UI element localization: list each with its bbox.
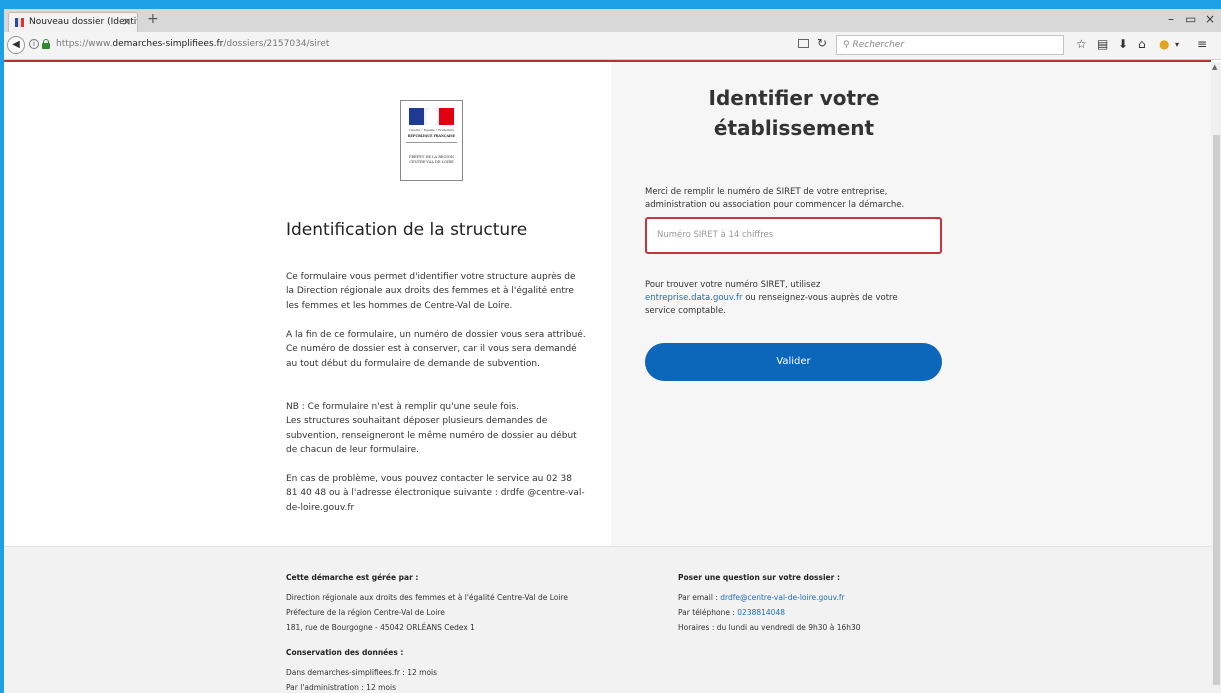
- siret-title: Identifier votre établissement: [708, 86, 880, 140]
- download-icon[interactable]: ⬇: [1118, 37, 1128, 51]
- conservation-line: Par l'administration : 12 mois: [286, 683, 396, 692]
- menu-icon[interactable]: ≡: [1197, 37, 1207, 51]
- home-icon[interactable]: ⌂: [1138, 37, 1146, 51]
- left-panel: Liberté • Égalité • Fraternité RÉPUBLIQU…: [4, 62, 611, 546]
- new-tab-button[interactable]: +: [147, 11, 159, 27]
- reload-icon[interactable]: ↻: [817, 36, 827, 50]
- info-icon[interactable]: i: [29, 39, 39, 49]
- nb-paragraph: NB : Ce formulaire n'est à remplir qu'un…: [286, 402, 577, 455]
- reader-view-icon[interactable]: [798, 39, 809, 48]
- scroll-up-icon[interactable]: ▲: [1212, 63, 1217, 71]
- email-link[interactable]: drdfe@centre-val-de-loire.gouv.fr: [720, 593, 844, 602]
- managed-by-line: Direction régionale aux droits des femme…: [286, 593, 568, 602]
- browser-tab[interactable]: Nouveau dossier (Identific... ×: [8, 12, 138, 32]
- bookmark-star-icon[interactable]: ☆: [1076, 37, 1087, 51]
- tab-bar: Nouveau dossier (Identific... × + – ▭ ×: [4, 9, 1221, 32]
- entreprise-data-link[interactable]: entreprise.data.gouv.fr: [645, 293, 743, 303]
- nav-bar: ◀ i https://www.demarches-simplifiees.fr…: [4, 32, 1221, 60]
- page-scrollbar[interactable]: ▲: [1211, 62, 1221, 693]
- french-flag-icon: [409, 108, 454, 125]
- browser-window: Nouveau dossier (Identific... × + – ▭ × …: [4, 9, 1221, 693]
- managed-by-title: Cette démarche est gérée par :: [286, 573, 419, 582]
- siret-help: Pour trouver votre numéro SIRET, utilise…: [645, 280, 898, 316]
- favicon-icon: [15, 18, 25, 27]
- conservation-title: Conservation des données :: [286, 648, 404, 657]
- logo-prefet: PRÉFET DE LA RÉGION CENTRE-VAL DE LOIRE: [409, 155, 454, 164]
- managed-by-line: 181, rue de Bourgogne - 45042 ORLÉANS Ce…: [286, 623, 475, 632]
- contact-email: Par email : drdfe@centre-val-de-loire.go…: [678, 593, 845, 602]
- bookmarks-list-icon[interactable]: ▤: [1097, 37, 1108, 51]
- phone-link[interactable]: 0238814048: [737, 608, 785, 617]
- extension-icon[interactable]: ●: [1159, 37, 1169, 51]
- lock-icon[interactable]: [42, 39, 50, 49]
- window-close-icon[interactable]: ×: [1205, 12, 1215, 26]
- contact-phone: Par téléphone : 0238814048: [678, 608, 785, 617]
- tab-close-icon[interactable]: ×: [122, 15, 131, 28]
- question-title: Poser une question sur votre dossier :: [678, 573, 840, 582]
- search-placeholder: Rechercher: [852, 40, 905, 50]
- address-bar[interactable]: https://www.demarches-simplifiees.fr/dos…: [56, 39, 329, 49]
- conservation-line: Dans demarches-simplifiees.fr : 12 mois: [286, 668, 438, 677]
- contact-paragraph: En cas de problème, vous pouvez contacte…: [286, 474, 585, 513]
- siret-placeholder: Numéro SIRET à 14 chiffres: [657, 230, 774, 240]
- url-prefix: https://www.: [56, 39, 113, 49]
- search-input[interactable]: ⚲ Rechercher: [836, 35, 1064, 55]
- prefecture-logo: Liberté • Égalité • Fraternité RÉPUBLIQU…: [400, 100, 463, 181]
- minimize-icon[interactable]: –: [1168, 12, 1174, 26]
- logo-republic: RÉPUBLIQUE FRANÇAISE: [407, 134, 456, 138]
- extension-dropdown-icon[interactable]: ▾: [1175, 40, 1179, 49]
- validate-button[interactable]: Valider: [645, 343, 942, 381]
- logo-motto: Liberté • Égalité • Fraternité: [409, 128, 454, 132]
- siret-intro: Merci de remplir le numéro de SIRET de v…: [645, 187, 905, 210]
- structure-title: Identification de la structure: [286, 220, 528, 240]
- url-path: /dossiers/2157034/siret: [223, 39, 330, 49]
- maximize-icon[interactable]: ▭: [1185, 12, 1196, 26]
- scrollbar-thumb[interactable]: [1213, 135, 1220, 685]
- url-domain: demarches-simplifiees.fr: [112, 39, 224, 49]
- dossier-paragraph: A la fin de ce formulaire, un numéro de …: [286, 330, 586, 369]
- back-arrow-icon[interactable]: ◀: [7, 36, 25, 54]
- managed-by-line: Préfecture de la région Centre-Val de Lo…: [286, 608, 445, 617]
- footer: Cette démarche est gérée par : Direction…: [4, 546, 1211, 693]
- intro-paragraph: Ce formulaire vous permet d'identifier v…: [286, 272, 576, 311]
- opening-hours: Horaires : du lundi au vendredi de 9h30 …: [678, 623, 861, 632]
- siret-input[interactable]: Numéro SIRET à 14 chiffres: [645, 217, 942, 254]
- page-content: Liberté • Égalité • Fraternité RÉPUBLIQU…: [4, 62, 1211, 693]
